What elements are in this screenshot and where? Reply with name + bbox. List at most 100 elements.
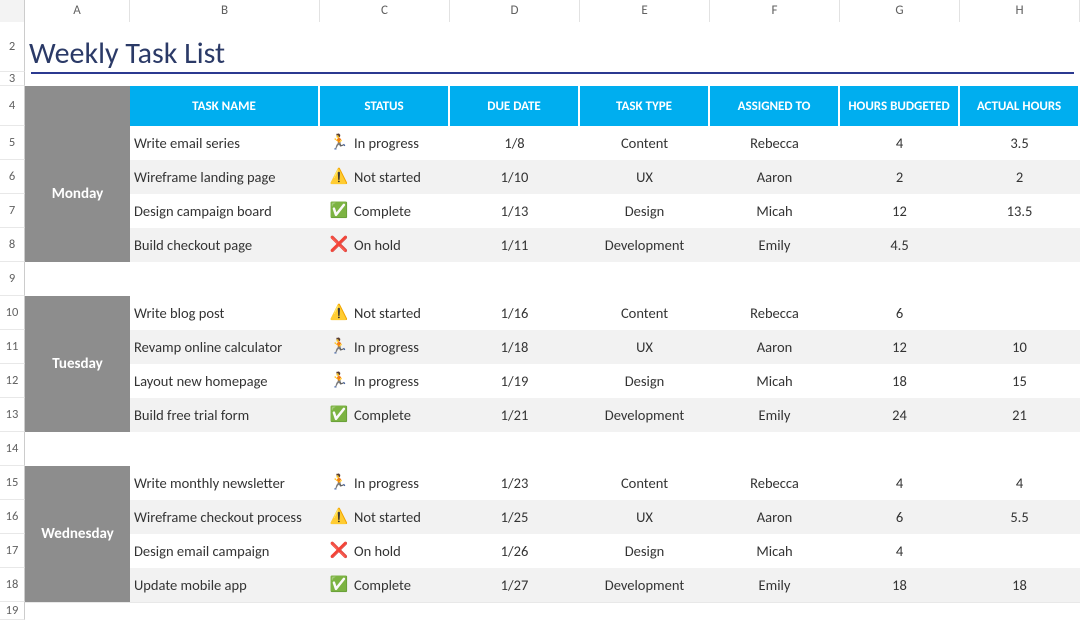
task-type-cell[interactable]: UX (580, 330, 710, 364)
assigned-cell[interactable]: Micah (710, 534, 840, 568)
due-date-cell[interactable]: 1/27 (450, 568, 580, 602)
task-type-cell[interactable]: Content (580, 466, 710, 500)
col-header[interactable]: B (130, 0, 320, 22)
budget-cell[interactable]: 6 (840, 500, 960, 534)
task-name-cell[interactable]: Build free trial form (130, 398, 320, 432)
assigned-cell[interactable]: Aaron (710, 160, 840, 194)
row-header[interactable]: 13 (0, 398, 25, 432)
task-type-cell[interactable]: Design (580, 534, 710, 568)
day-label[interactable]: Monday (25, 126, 130, 262)
row-header[interactable]: 4 (0, 86, 25, 126)
due-date-cell[interactable]: 1/26 (450, 534, 580, 568)
due-date-cell[interactable]: 1/25 (450, 500, 580, 534)
status-cell[interactable]: 🏃In progress (320, 364, 450, 398)
budget-cell[interactable]: 24 (840, 398, 960, 432)
actual-cell[interactable]: 15 (960, 364, 1080, 398)
actual-cell[interactable]: 2 (960, 160, 1080, 194)
due-date-cell[interactable]: 1/11 (450, 228, 580, 262)
status-cell[interactable]: ⚠️Not started (320, 296, 450, 330)
row-header[interactable]: 11 (0, 330, 25, 364)
task-name-cell[interactable]: Revamp online calculator (130, 330, 320, 364)
due-date-cell[interactable]: 1/21 (450, 398, 580, 432)
assigned-cell[interactable]: Rebecca (710, 126, 840, 160)
header-assigned[interactable]: ASSIGNED TO (710, 86, 840, 126)
row-header[interactable]: 9 (0, 262, 25, 296)
task-type-cell[interactable]: Development (580, 398, 710, 432)
row-header[interactable]: 14 (0, 432, 25, 466)
budget-cell[interactable]: 12 (840, 194, 960, 228)
task-name-cell[interactable]: Update mobile app (130, 568, 320, 602)
assigned-cell[interactable]: Emily (710, 228, 840, 262)
due-date-cell[interactable]: 1/19 (450, 364, 580, 398)
status-cell[interactable]: 🏃In progress (320, 330, 450, 364)
separator-row[interactable] (25, 262, 1080, 296)
task-name-cell[interactable]: Design email campaign (130, 534, 320, 568)
status-cell[interactable]: ✅Complete (320, 568, 450, 602)
row-header[interactable]: 18 (0, 568, 25, 602)
assigned-cell[interactable]: Aaron (710, 330, 840, 364)
row-header[interactable]: 2 (0, 22, 25, 72)
assigned-cell[interactable]: Rebecca (710, 466, 840, 500)
task-name-cell[interactable]: Write blog post (130, 296, 320, 330)
status-cell[interactable]: ⚠️Not started (320, 500, 450, 534)
task-type-cell[interactable]: Development (580, 568, 710, 602)
header-day[interactable] (25, 86, 130, 126)
budget-cell[interactable]: 4.5 (840, 228, 960, 262)
assigned-cell[interactable]: Micah (710, 364, 840, 398)
budget-cell[interactable]: 2 (840, 160, 960, 194)
day-label[interactable]: Wednesday (25, 466, 130, 602)
col-header[interactable]: D (450, 0, 580, 22)
task-name-cell[interactable]: Write email series (130, 126, 320, 160)
row-header[interactable]: 17 (0, 534, 25, 568)
assigned-cell[interactable]: Rebecca (710, 296, 840, 330)
row-header[interactable]: 5 (0, 126, 25, 160)
budget-cell[interactable]: 4 (840, 126, 960, 160)
col-header[interactable]: H (960, 0, 1080, 22)
task-name-cell[interactable]: Write monthly newsletter (130, 466, 320, 500)
header-task-name[interactable]: TASK NAME (130, 86, 320, 126)
col-header[interactable]: G (840, 0, 960, 22)
due-date-cell[interactable]: 1/18 (450, 330, 580, 364)
title-row[interactable]: Weekly Task List (25, 22, 1080, 72)
header-actual[interactable]: ACTUAL HOURS (960, 86, 1080, 126)
assigned-cell[interactable]: Emily (710, 398, 840, 432)
actual-cell[interactable]: 13.5 (960, 194, 1080, 228)
task-name-cell[interactable]: Layout new homepage (130, 364, 320, 398)
task-type-cell[interactable]: Content (580, 296, 710, 330)
budget-cell[interactable]: 18 (840, 568, 960, 602)
status-cell[interactable]: ✅Complete (320, 398, 450, 432)
actual-cell[interactable]: 10 (960, 330, 1080, 364)
task-name-cell[interactable]: Wireframe landing page (130, 160, 320, 194)
task-type-cell[interactable]: Design (580, 364, 710, 398)
row-header[interactable]: 6 (0, 160, 25, 194)
col-header[interactable]: A (25, 0, 130, 22)
due-date-cell[interactable]: 1/8 (450, 126, 580, 160)
budget-cell[interactable]: 6 (840, 296, 960, 330)
separator-row[interactable] (25, 432, 1080, 466)
task-type-cell[interactable]: Design (580, 194, 710, 228)
row-header[interactable]: 8 (0, 228, 25, 262)
row-header[interactable]: 19 (0, 602, 25, 620)
row-header[interactable]: 10 (0, 296, 25, 330)
actual-cell[interactable]: 3.5 (960, 126, 1080, 160)
actual-cell[interactable] (960, 296, 1080, 330)
budget-cell[interactable]: 4 (840, 466, 960, 500)
task-name-cell[interactable]: Design campaign board (130, 194, 320, 228)
header-due-date[interactable]: DUE DATE (450, 86, 580, 126)
task-type-cell[interactable]: Development (580, 228, 710, 262)
col-header[interactable]: F (710, 0, 840, 22)
actual-cell[interactable]: 4 (960, 466, 1080, 500)
task-type-cell[interactable]: UX (580, 500, 710, 534)
due-date-cell[interactable]: 1/23 (450, 466, 580, 500)
budget-cell[interactable]: 12 (840, 330, 960, 364)
actual-cell[interactable] (960, 534, 1080, 568)
actual-cell[interactable]: 21 (960, 398, 1080, 432)
task-name-cell[interactable]: Wireframe checkout process (130, 500, 320, 534)
col-header[interactable]: C (320, 0, 450, 22)
budget-cell[interactable]: 18 (840, 364, 960, 398)
actual-cell[interactable]: 18 (960, 568, 1080, 602)
row-header[interactable]: 15 (0, 466, 25, 500)
budget-cell[interactable]: 4 (840, 534, 960, 568)
status-cell[interactable]: ✅Complete (320, 194, 450, 228)
task-type-cell[interactable]: UX (580, 160, 710, 194)
